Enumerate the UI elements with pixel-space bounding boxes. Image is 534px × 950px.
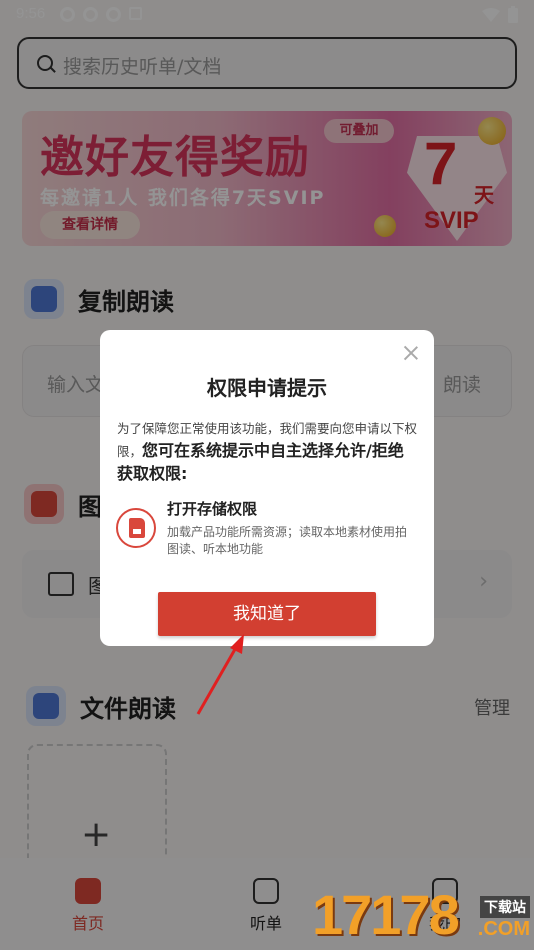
close-icon[interactable] [402, 344, 420, 362]
watermark: 17178 下载站 .COM [312, 878, 534, 950]
pointer-arrow-icon [196, 634, 244, 715]
dialog-body: 为了保障您正常使用该功能，我们需要向您申请以下权限，您可在系统提示中自主选择允许… [117, 418, 417, 486]
dialog-title: 权限申请提示 [207, 376, 327, 400]
permission-title: 打开存储权限 [167, 500, 258, 518]
watermark-number: 17178 [312, 883, 460, 946]
sd-card-icon [116, 508, 156, 548]
watermark-tag: 下载站 [480, 896, 530, 918]
permission-description: 加载产品功能所需资源；读取本地素材使用拍图读、听本地功能 [167, 525, 408, 556]
dialog-body-emphasis: 您可在系统提示中自主选择允许/拒绝获取权限: [117, 441, 404, 483]
watermark-domain: .COM [477, 918, 530, 940]
permission-dialog: 权限申请提示 为了保障您正常使用该功能，我们需要向您申请以下权限，您可在系统提示… [100, 330, 434, 646]
